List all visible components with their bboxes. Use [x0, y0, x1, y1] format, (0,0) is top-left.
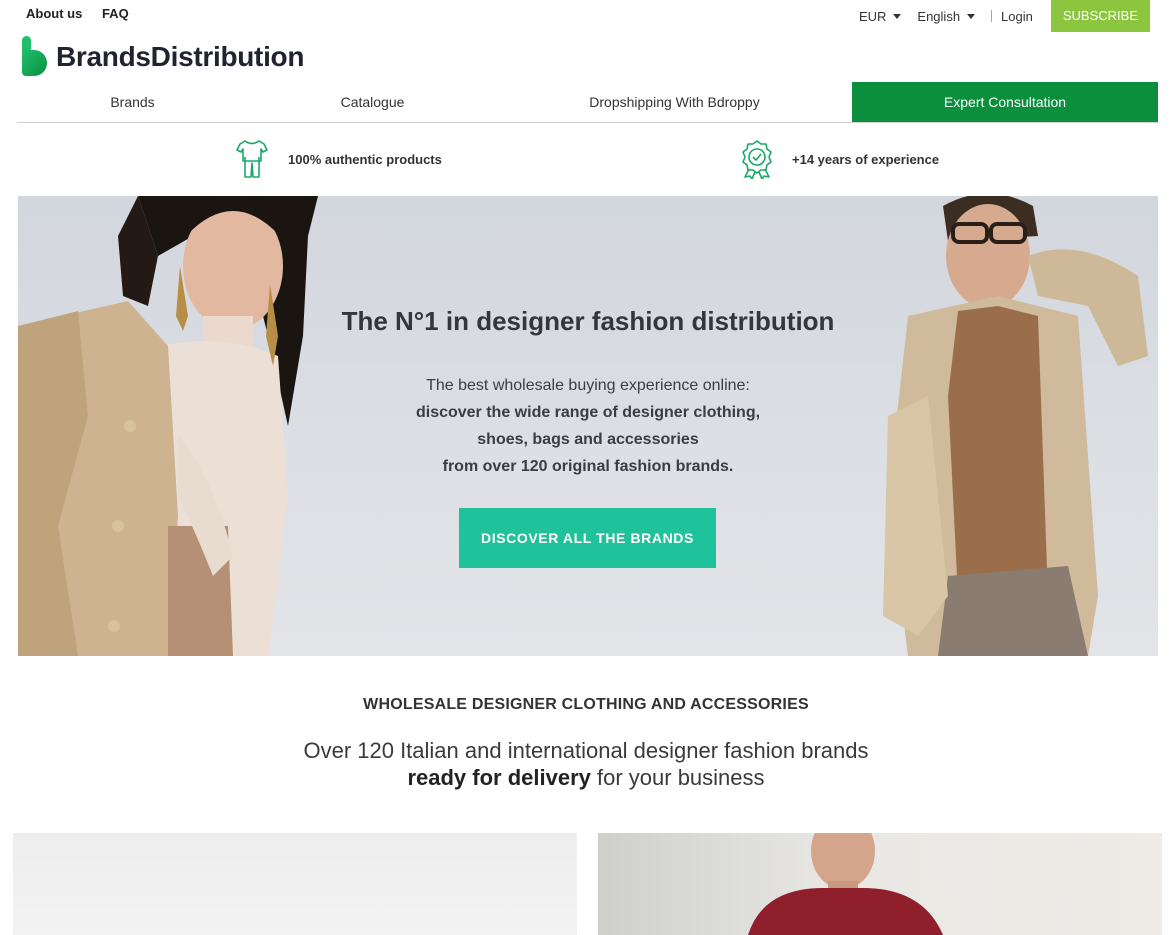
top-actions: EUR English Login SUBSCRIBE	[859, 0, 1150, 32]
discover-brands-button[interactable]: DISCOVER ALL THE BRANDS	[459, 508, 716, 568]
chevron-down-icon	[893, 13, 902, 19]
hero-line-4: from over 120 original fashion brands.	[442, 458, 734, 475]
feature-authentic: 100% authentic products	[236, 139, 442, 179]
section-subtitle-bold: ready for delivery	[407, 765, 591, 790]
faq-link[interactable]: FAQ	[102, 6, 129, 21]
logo-mark-icon	[22, 36, 47, 76]
category-card-left[interactable]	[13, 833, 577, 935]
subscribe-button[interactable]: SUBSCRIBE	[1050, 0, 1150, 32]
top-links: About us FAQ	[26, 6, 145, 21]
feature-experience: +14 years of experience	[740, 139, 939, 179]
section-subtitle: Over 120 Italian and international desig…	[0, 737, 1172, 791]
hero-line-1: The best wholesale buying experience onl…	[426, 377, 750, 394]
chevron-down-icon	[967, 13, 976, 19]
hero-title: The N°1 in designer fashion distribution	[341, 306, 835, 336]
hero-description: The best wholesale buying experience onl…	[18, 372, 1158, 480]
main-nav: Brands Catalogue Dropshipping With Bdrop…	[17, 82, 1158, 123]
nav-item-dropshipping[interactable]: Dropshipping With Bdroppy	[497, 82, 852, 122]
features-strip: 100% authentic products +14 years of exp…	[17, 123, 1158, 195]
category-card-right[interactable]	[598, 833, 1162, 935]
section-subtitle-rest: for your business	[590, 765, 765, 790]
nav-item-catalogue[interactable]: Catalogue	[248, 82, 497, 122]
section-subtitle-line-1: Over 120 Italian and international desig…	[303, 738, 869, 763]
feature-experience-text: +14 years of experience	[792, 151, 940, 167]
top-bar: About us FAQ EUR English Login SUBSCRIBE	[0, 0, 1172, 32]
currency-label: EUR	[858, 8, 887, 24]
clothing-icon	[236, 140, 268, 178]
award-ribbon-icon	[742, 140, 772, 179]
nav-item-brands[interactable]: Brands	[17, 82, 248, 122]
logo-text: BrandsDistribution	[56, 41, 305, 72]
brand-logo[interactable]: BrandsDistribution	[22, 36, 304, 78]
language-selector[interactable]: English	[917, 8, 976, 24]
hero-banner: The N°1 in designer fashion distribution…	[18, 196, 1158, 656]
feature-authentic-text: 100% authentic products	[288, 151, 442, 167]
divider	[991, 10, 993, 22]
category-model-image	[748, 833, 943, 935]
login-link[interactable]: Login	[1001, 9, 1033, 24]
section-title: WHOLESALE DESIGNER CLOTHING AND ACCESSOR…	[363, 696, 809, 713]
hero-line-2: discover the wide range of designer clot…	[415, 404, 761, 421]
hero-line-3: shoes, bags and accessories	[477, 431, 699, 448]
about-us-link[interactable]: About us	[26, 6, 82, 21]
language-label: English	[917, 8, 961, 24]
nav-item-expert-consultation[interactable]: Expert Consultation	[852, 82, 1158, 122]
currency-selector[interactable]: EUR	[858, 8, 902, 24]
section-subtitle-line-2: ready for delivery for your business	[0, 764, 1172, 791]
